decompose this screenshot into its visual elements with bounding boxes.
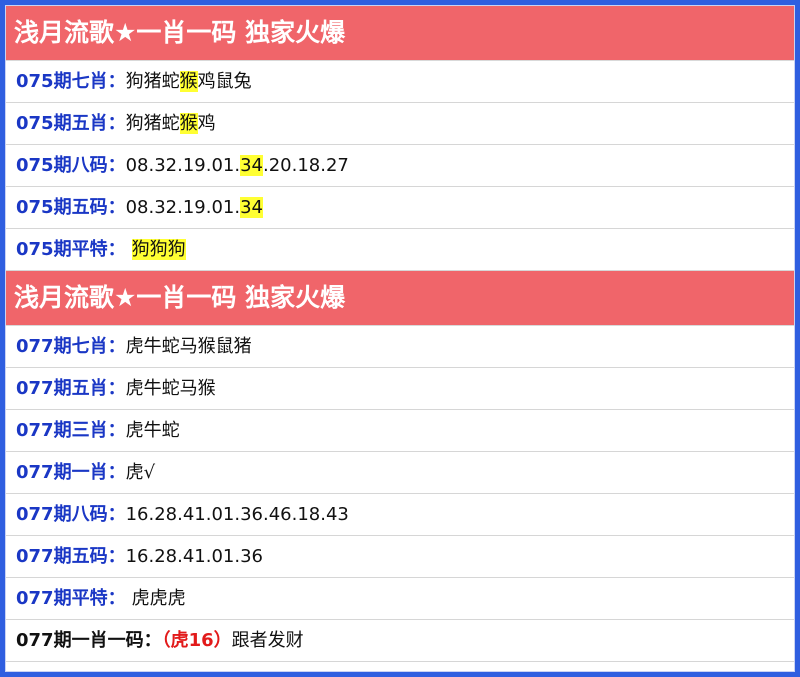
row-value: 16.28.41.01.36.46.18.43 bbox=[125, 504, 349, 525]
row-label: 077期五码： bbox=[16, 546, 126, 567]
highlight-value: 狗狗狗 bbox=[131, 239, 186, 260]
highlight-value: 34 bbox=[240, 155, 263, 176]
row-value: 虎牛蛇 bbox=[125, 420, 180, 441]
row-label: 075期五肖： bbox=[16, 113, 126, 134]
content-panel: 浅月流歌★一肖一码 独家火爆 075期七肖：狗猪蛇猴鸡鼠兔 075期五肖：狗猪蛇… bbox=[5, 5, 795, 672]
row-value: 狗猪蛇 bbox=[125, 71, 180, 92]
section-header-1: 浅月流歌★一肖一码 独家火爆 bbox=[6, 6, 794, 61]
list-item: 075期五码：08.32.19.01.34 bbox=[6, 187, 794, 229]
row-value: 鸡 bbox=[197, 113, 216, 134]
row-value: 16.28.41.01.36 bbox=[125, 546, 263, 567]
row-value: 08.32.19.01. bbox=[125, 197, 241, 218]
highlight-value: 猴 bbox=[179, 71, 198, 92]
row-value: 虎虎虎 bbox=[131, 588, 186, 609]
row-label: 077期八码： bbox=[16, 504, 126, 525]
row-value: 虎牛蛇马猴鼠猪 bbox=[125, 336, 252, 357]
list-item: 077期五肖：虎牛蛇马猴 bbox=[6, 368, 794, 410]
row-label: 077期五肖： bbox=[16, 378, 126, 399]
list-item: 075期七肖：狗猪蛇猴鸡鼠兔 bbox=[6, 61, 794, 103]
row-value: 鸡鼠兔 bbox=[197, 71, 252, 92]
highlight-value: 34 bbox=[240, 197, 263, 218]
row-value: 虎牛蛇马猴 bbox=[125, 378, 216, 399]
list-item: 075期五肖：狗猪蛇猴鸡 bbox=[6, 103, 794, 145]
row-value: 虎√ bbox=[125, 462, 156, 483]
final-label: 077期一肖一码： bbox=[16, 630, 162, 651]
section-header-2: 浅月流歌★一肖一码 独家火爆 bbox=[6, 271, 794, 326]
final-tail: 跟者发财 bbox=[231, 630, 304, 651]
row-value: 08.32.19.01. bbox=[125, 155, 241, 176]
row-label: 075期平特： bbox=[16, 239, 126, 260]
list-item: 077期七肖：虎牛蛇马猴鼠猪 bbox=[6, 326, 794, 368]
list-item: 075期平特： 狗狗狗 bbox=[6, 229, 794, 271]
row-label: 077期平特： bbox=[16, 588, 126, 609]
list-item: 077期平特： 虎虎虎 bbox=[6, 578, 794, 620]
row-label: 075期五码： bbox=[16, 197, 126, 218]
row-label: 075期七肖： bbox=[16, 71, 126, 92]
row-value: .20.18.27 bbox=[263, 155, 349, 176]
row-value: 狗猪蛇 bbox=[125, 113, 180, 134]
list-item: 077期八码：16.28.41.01.36.46.18.43 bbox=[6, 494, 794, 536]
row-label: 075期八码： bbox=[16, 155, 126, 176]
final-pick-row: 077期一肖一码：（虎16）跟者发财 bbox=[6, 620, 794, 662]
list-item: 077期一肖：虎√ bbox=[6, 452, 794, 494]
final-pick: （虎16） bbox=[161, 630, 232, 651]
row-label: 077期七肖： bbox=[16, 336, 126, 357]
list-item: 077期五码：16.28.41.01.36 bbox=[6, 536, 794, 578]
list-item: 075期八码：08.32.19.01.34.20.18.27 bbox=[6, 145, 794, 187]
list-item: 077期三肖：虎牛蛇 bbox=[6, 410, 794, 452]
row-label: 077期一肖： bbox=[16, 462, 126, 483]
highlight-value: 猴 bbox=[179, 113, 198, 134]
row-label: 077期三肖： bbox=[16, 420, 126, 441]
